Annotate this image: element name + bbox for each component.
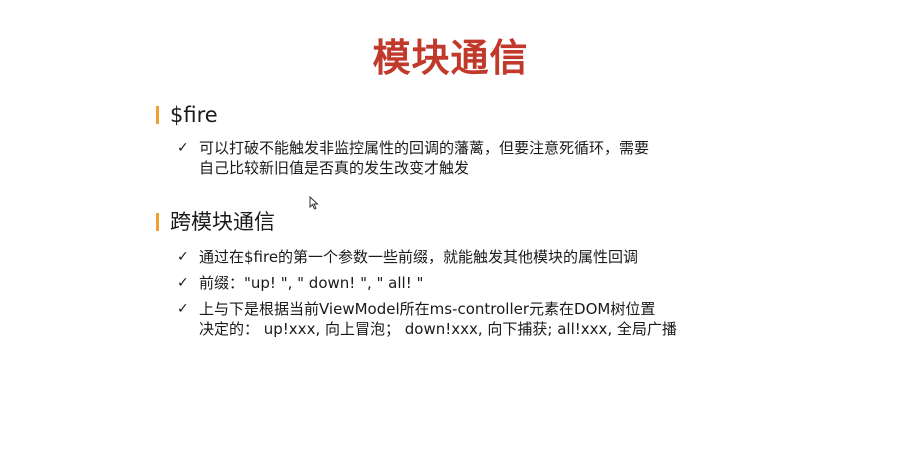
section-header: 跨模块通信 [156,207,756,241]
slide-title: 模块通信 [372,36,529,80]
accent-bar [156,213,159,231]
section-heading: 跨模块通信 [170,210,275,234]
bullet-list: ✓ 可以打破不能触发非监控属性的回调的藩蓠，但要注意死循环，需要 自己比较新旧值… [156,138,756,178]
bullet-text: 可以打破不能触发非监控属性的回调的藩蓠，但要注意死循环，需要 自己比较新旧值是否… [199,139,650,177]
accent-bar [156,106,159,124]
section-cross-module: 跨模块通信 ✓ 通过在$fire的第一个参数一些前缀，就能触发其他模块的属性回调… [156,207,756,345]
list-item: ✓ 通过在$fire的第一个参数一些前缀，就能触发其他模块的属性回调 [156,247,756,267]
check-icon: ✓ [177,140,189,156]
bullet-text: 前缀："up! ", " down! ", " all! " [199,274,424,292]
section-heading: $fire [170,103,218,127]
list-item: ✓ 前缀："up! ", " down! ", " all! " [156,273,756,293]
section-header: $fire [156,100,756,134]
mouse-pointer-icon [309,196,319,210]
slide: 模块通信 $fire ✓ 可以打破不能触发非监控属性的回调的藩蓠，但要注意死循环… [0,0,901,460]
check-icon: ✓ [177,301,189,317]
check-icon: ✓ [177,275,189,291]
bullet-text: 通过在$fire的第一个参数一些前缀，就能触发其他模块的属性回调 [199,248,639,266]
section-fire: $fire ✓ 可以打破不能触发非监控属性的回调的藩蓠，但要注意死循环，需要 自… [156,100,756,184]
list-item: ✓ 上与下是根据当前ViewModel所在ms-controller元素在DOM… [156,299,756,339]
list-item: ✓ 可以打破不能触发非监控属性的回调的藩蓠，但要注意死循环，需要 自己比较新旧值… [156,138,756,178]
bullet-text: 上与下是根据当前ViewModel所在ms-controller元素在DOM树位… [199,300,677,338]
check-icon: ✓ [177,249,189,265]
bullet-list: ✓ 通过在$fire的第一个参数一些前缀，就能触发其他模块的属性回调 ✓ 前缀：… [156,247,756,339]
